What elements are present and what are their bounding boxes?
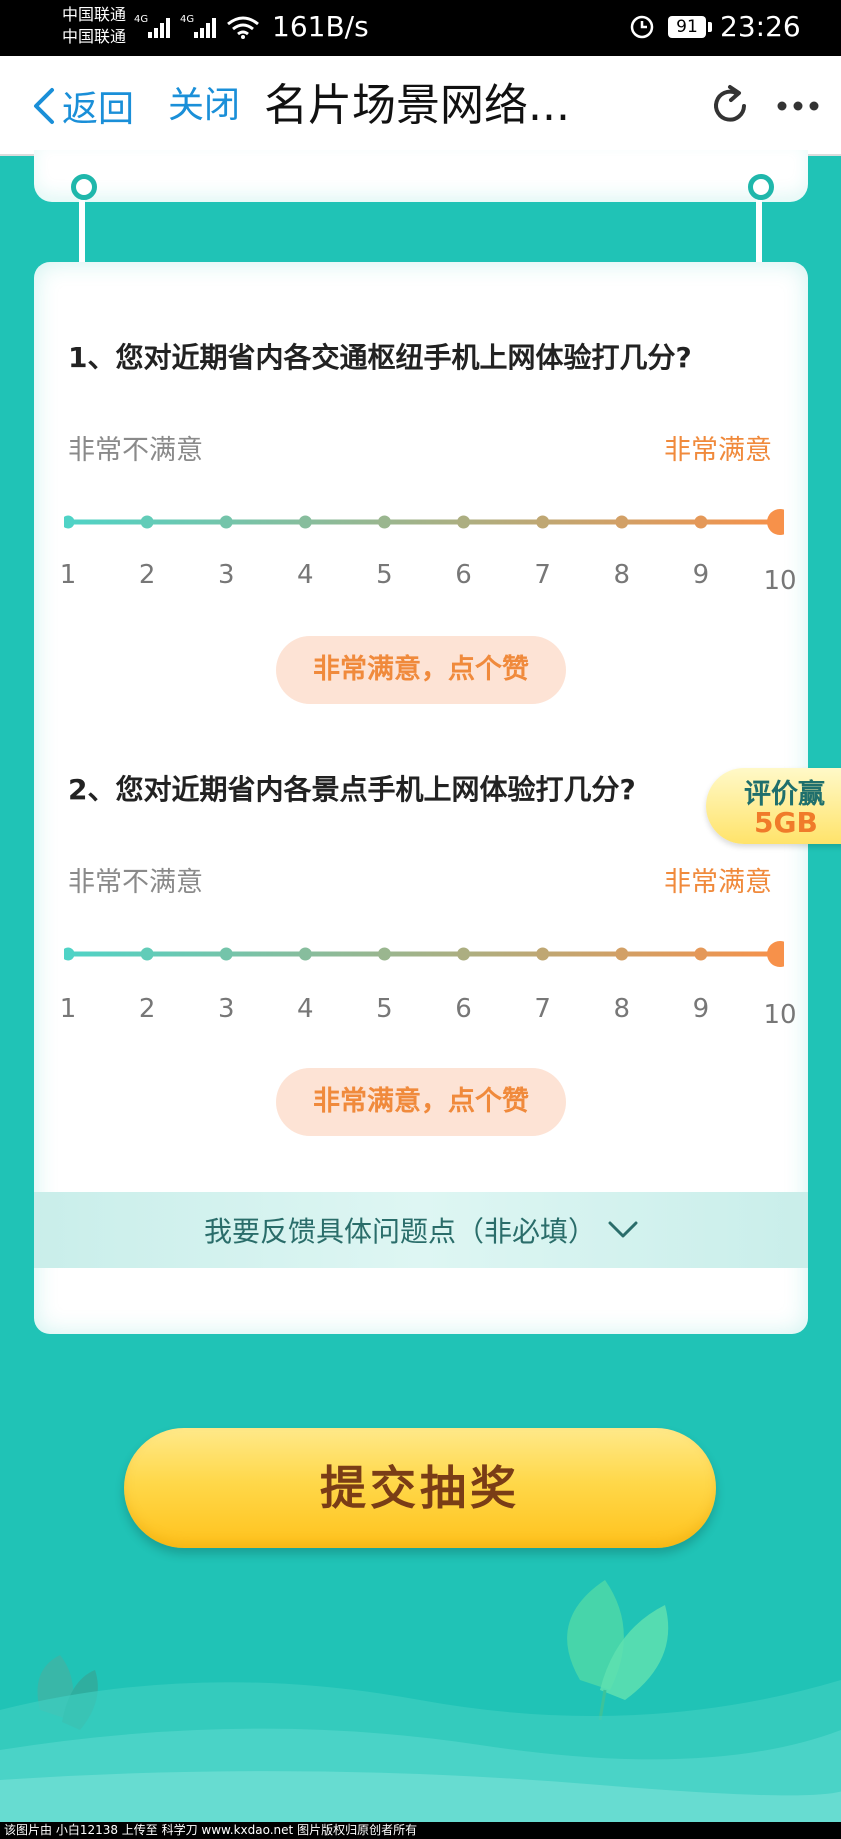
wifi-icon: [227, 16, 259, 39]
scale-label[interactable]: 1: [60, 560, 77, 590]
scale-label[interactable]: 4: [297, 994, 314, 1024]
slider-step-dot[interactable]: [219, 947, 233, 961]
back-button[interactable]: 返回: [32, 82, 134, 130]
carrier-1: 中国联通: [62, 5, 127, 24]
q1-low-label: 非常不满意: [68, 435, 203, 466]
reward-badge[interactable]: 评价赢 5GB: [706, 768, 841, 844]
q1-rating-slider[interactable]: [64, 502, 784, 542]
slider-thumb[interactable]: [767, 509, 784, 535]
svg-text:4G: 4G: [180, 14, 194, 25]
scale-label[interactable]: 4: [297, 560, 314, 590]
scale-label[interactable]: 7: [534, 994, 551, 1024]
slider-step-dot[interactable]: [377, 947, 391, 961]
alarm-icon: [630, 15, 654, 39]
q1-scale-labels: 1 2 3 4 5 6 7 8 9 10: [34, 560, 808, 596]
submit-lottery-button[interactable]: 提交抽奖: [124, 1428, 716, 1548]
q1-high-label: 非常满意: [664, 435, 772, 466]
hanger-ring: [748, 174, 774, 200]
scale-label[interactable]: 7: [534, 560, 551, 590]
feedback-label: 我要反馈具体问题点（非必填）: [203, 1215, 596, 1248]
carrier-2: 中国联通: [62, 27, 127, 46]
slider-step-dot[interactable]: [219, 515, 233, 529]
status-bar: 中国联通 中国联通 4G 4G 161B/s 91 23:26: [0, 0, 841, 56]
slider-step-dot[interactable]: [64, 947, 75, 961]
scale-label[interactable]: 1: [60, 994, 77, 1024]
question-1-title: 1、您对近期省内各交通枢纽手机上网体验打几分?: [68, 341, 692, 374]
slider-step-dot[interactable]: [694, 515, 708, 529]
slider-step-dot[interactable]: [615, 515, 629, 529]
leaf-icon: [567, 1580, 669, 1721]
q2-rating-slider[interactable]: [64, 934, 784, 974]
slider-step-dot[interactable]: [64, 515, 75, 529]
previous-card: [34, 150, 808, 202]
slider-step-dot[interactable]: [298, 515, 312, 529]
battery-level: 91: [668, 16, 706, 38]
svg-text:4G: 4G: [134, 14, 148, 25]
scale-label[interactable]: 10: [763, 566, 796, 596]
scale-label[interactable]: 2: [139, 560, 156, 590]
scale-label[interactable]: 2: [139, 994, 156, 1024]
close-button[interactable]: 关闭: [168, 82, 240, 130]
survey-card: 1、您对近期省内各交通枢纽手机上网体验打几分? 非常不满意 非常满意 1 2 3 4 5…: [34, 262, 808, 1334]
scale-label[interactable]: 9: [693, 994, 710, 1024]
q1-praise-badge: 非常满意，点个赞: [276, 636, 566, 704]
refresh-icon[interactable]: [706, 82, 754, 130]
slider-step-dot[interactable]: [536, 947, 550, 961]
slider-step-dot[interactable]: [377, 515, 391, 529]
signal-icon: 4G: [180, 14, 216, 38]
q2-low-label: 非常不满意: [68, 867, 203, 898]
watermark: 该图片由 小白12138 上传至 科学刀 www.kxdao.net 图片版权归…: [0, 1822, 841, 1839]
chevron-left-icon: [34, 88, 54, 124]
question-2-title: 2、您对近期省内各景点手机上网体验打几分?: [68, 773, 636, 806]
slider-step-dot[interactable]: [536, 515, 550, 529]
scale-label[interactable]: 3: [218, 994, 235, 1024]
slider-step-dot[interactable]: [298, 947, 312, 961]
slider-step-dot[interactable]: [140, 947, 154, 961]
scale-label[interactable]: 8: [613, 560, 630, 590]
slider-track[interactable]: [68, 951, 780, 957]
scale-label[interactable]: 8: [613, 994, 630, 1024]
page-title: 名片场景网络...: [264, 80, 570, 131]
carrier-labels: 中国联通 中国联通: [62, 4, 126, 48]
more-icon[interactable]: [776, 98, 820, 114]
scale-label[interactable]: 5: [376, 560, 393, 590]
scale-label[interactable]: 9: [693, 560, 710, 590]
q2-scale-labels: 1 2 3 4 5 6 7 8 9 10: [34, 994, 808, 1030]
slider-track[interactable]: [68, 519, 780, 525]
clock: 23:26: [720, 10, 801, 43]
network-speed: 161B/s: [272, 10, 369, 43]
scale-label[interactable]: 3: [218, 560, 235, 590]
battery-icon: [708, 22, 712, 32]
hanger-ring: [71, 174, 97, 200]
scale-label[interactable]: 6: [455, 994, 472, 1024]
scale-label[interactable]: 6: [455, 560, 472, 590]
chevron-down-icon: [608, 1221, 638, 1238]
decorative-background: [0, 1580, 841, 1822]
reward-badge-line2: 5GB: [754, 806, 818, 839]
slider-step-dot[interactable]: [457, 947, 471, 961]
feedback-toggle[interactable]: 我要反馈具体问题点（非必填）: [34, 1192, 808, 1268]
slider-thumb[interactable]: [767, 941, 784, 967]
slider-step-dot[interactable]: [694, 947, 708, 961]
q2-praise-badge: 非常满意，点个赞: [276, 1068, 566, 1136]
signal-icon: 4G: [134, 14, 170, 38]
slider-step-dot[interactable]: [140, 515, 154, 529]
nav-bar: 返回 关闭 名片场景网络...: [0, 56, 841, 156]
slider-step-dot[interactable]: [615, 947, 629, 961]
slider-step-dot[interactable]: [457, 515, 471, 529]
q2-high-label: 非常满意: [664, 867, 772, 898]
back-label: 返回: [62, 89, 135, 130]
scale-label[interactable]: 5: [376, 994, 393, 1024]
scale-label[interactable]: 10: [763, 1000, 796, 1030]
